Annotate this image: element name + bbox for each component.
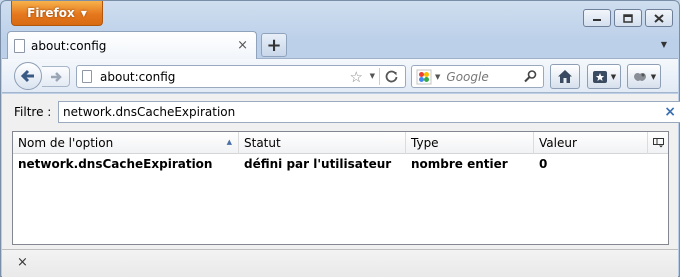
- back-button[interactable]: [14, 62, 42, 90]
- site-identity-icon: [82, 70, 92, 83]
- filter-row: Filtre : network.dnsCacheExpiration ×: [14, 101, 680, 123]
- column-header-label: Type: [411, 136, 439, 150]
- column-header-name[interactable]: Nom de l'option ▲: [13, 132, 239, 154]
- new-tab-button[interactable]: +: [261, 33, 287, 57]
- cell-status: défini par l'utilisateur: [244, 157, 392, 171]
- reload-icon[interactable]: [384, 69, 399, 84]
- column-header-value[interactable]: Valeur: [534, 132, 648, 154]
- search-icon[interactable]: [523, 69, 538, 84]
- forward-button[interactable]: [42, 66, 70, 87]
- search-engine-dropdown-icon[interactable]: ▼: [435, 73, 440, 81]
- search-placeholder: Google: [446, 69, 489, 84]
- forward-arrow-icon: [50, 71, 62, 82]
- url-separator: [379, 68, 380, 85]
- column-header-status[interactable]: Statut: [239, 132, 406, 154]
- addon-toolbar-button[interactable]: ▼: [627, 64, 661, 89]
- cell-type: nombre entier: [411, 157, 508, 171]
- url-text: about:config: [100, 69, 176, 84]
- chevron-down-icon: ▼: [650, 72, 657, 81]
- plus-icon: +: [266, 34, 282, 56]
- filter-value: network.dnsCacheExpiration: [63, 105, 236, 119]
- table-row[interactable]: network.dnsCacheExpiration défini par l'…: [13, 154, 668, 174]
- puzzle-icon: [633, 72, 646, 81]
- minimize-icon: [593, 19, 601, 21]
- tab-about-config[interactable]: about:config ×: [7, 31, 257, 59]
- close-addon-bar-icon[interactable]: ×: [17, 255, 28, 270]
- column-header-label: Nom de l'option: [18, 136, 114, 150]
- filter-label: Filtre :: [14, 105, 52, 119]
- tab-list-chevron-icon[interactable]: ▼: [661, 40, 667, 49]
- home-button[interactable]: [550, 64, 580, 89]
- search-bar[interactable]: ▼ Google: [411, 65, 544, 88]
- back-arrow-icon: [20, 69, 34, 83]
- cell-name: network.dnsCacheExpiration: [18, 157, 213, 171]
- chevron-down-icon: ▼: [80, 8, 87, 18]
- clear-filter-icon[interactable]: ×: [664, 104, 676, 120]
- addon-bar: ×: [2, 249, 678, 277]
- bookmarks-menu-button[interactable]: ▼: [587, 64, 621, 89]
- window-controls: [583, 9, 673, 27]
- bookmark-star-icon[interactable]: ☆: [350, 68, 363, 86]
- column-header-label: Statut: [244, 136, 281, 150]
- maximize-button[interactable]: [614, 9, 642, 27]
- firefox-menu-button[interactable]: Firefox ▼: [11, 1, 103, 26]
- browser-window: Firefox ▼ about:config × + ▼ about:confi…: [0, 0, 680, 277]
- preferences-table: Nom de l'option ▲ Statut Type Valeur net…: [12, 131, 669, 245]
- close-window-button[interactable]: [645, 9, 673, 27]
- tab-title: about:config: [31, 38, 107, 53]
- minimize-button[interactable]: [583, 9, 611, 27]
- filter-input[interactable]: network.dnsCacheExpiration ×: [58, 101, 680, 123]
- close-icon: [654, 13, 664, 23]
- firefox-menu-label: Firefox: [27, 6, 75, 20]
- google-icon[interactable]: [416, 69, 432, 85]
- cell-value: 0: [539, 157, 548, 171]
- home-icon: [558, 70, 572, 83]
- column-picker-button[interactable]: [648, 132, 668, 154]
- column-header-label: Valeur: [539, 136, 577, 150]
- sort-ascending-icon: ▲: [226, 138, 232, 146]
- maximize-icon: [623, 13, 633, 23]
- url-bar[interactable]: about:config ☆ ▼: [76, 65, 406, 88]
- history-dropdown-icon[interactable]: ▼: [370, 72, 375, 80]
- tab-close-icon[interactable]: ×: [237, 38, 248, 53]
- table-header: Nom de l'option ▲ Statut Type Valeur: [13, 132, 668, 154]
- page-icon: [14, 38, 25, 53]
- column-header-type[interactable]: Type: [406, 132, 534, 154]
- bookmarks-star-box-icon: [592, 70, 607, 83]
- chevron-down-icon: ▼: [610, 72, 617, 81]
- column-picker-icon: [653, 138, 664, 148]
- navigation-toolbar: about:config ☆ ▼ ▼ Google ▼ ▼: [2, 58, 678, 93]
